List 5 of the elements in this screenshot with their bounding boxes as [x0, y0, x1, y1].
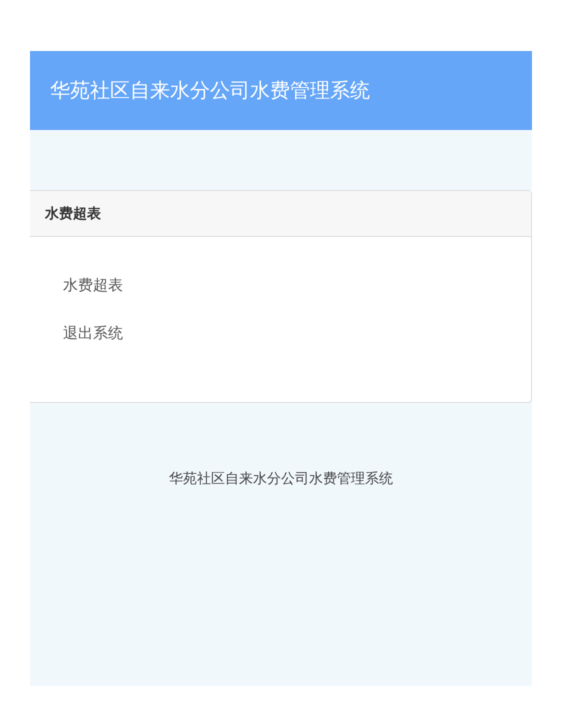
footer-text: 华苑社区自来水分公司水费管理系统	[169, 469, 393, 488]
menu-link[interactable]: 水费超表	[63, 275, 123, 298]
menu-link[interactable]: 退出系统	[63, 322, 123, 345]
card-title: 水费超表	[45, 204, 101, 223]
app-title: 华苑社区自来水分公司水费管理系统	[50, 78, 370, 104]
